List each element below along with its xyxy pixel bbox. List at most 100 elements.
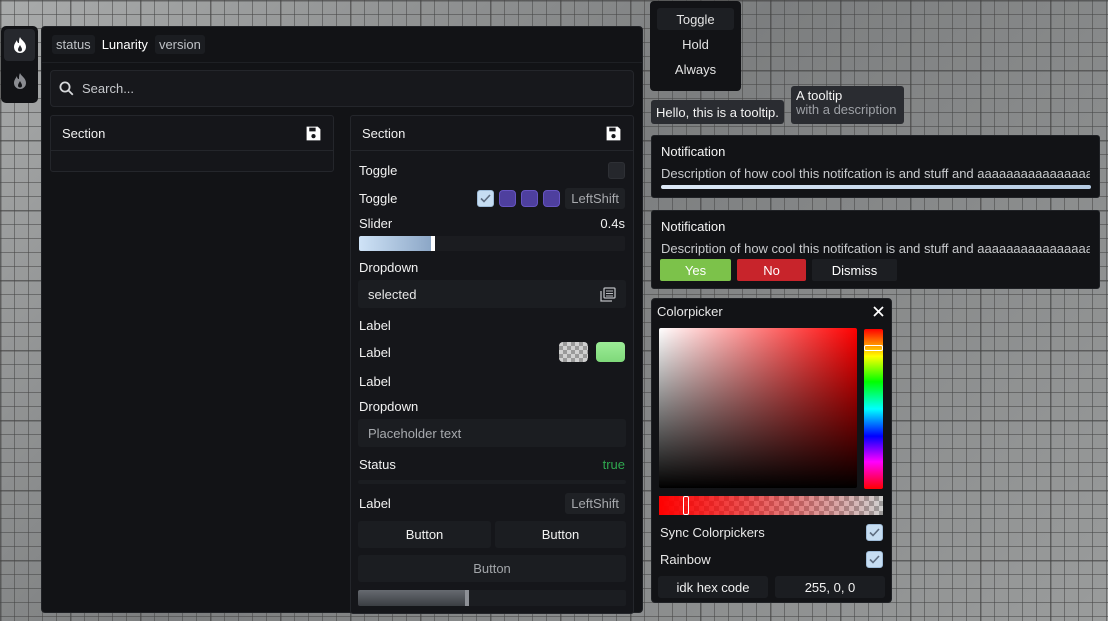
status-row: Status true	[359, 454, 625, 474]
section-header: Section	[351, 116, 633, 151]
notification-progress	[661, 185, 1091, 189]
dropdown-select[interactable]: selected	[358, 280, 626, 308]
keybind-button[interactable]: LeftShift	[565, 187, 625, 209]
tooltip-described: A tooltip with a description	[791, 86, 904, 124]
saturation-value-picker[interactable]	[659, 328, 857, 488]
keybind-row: Label LeftShift	[359, 491, 625, 515]
tab-lunarity[interactable]: Lunarity	[98, 35, 152, 54]
static-label: Label	[359, 495, 391, 511]
mode-hold[interactable]: Hold	[657, 33, 734, 55]
left-section: Section	[50, 115, 334, 172]
sync-checkbox[interactable]	[866, 523, 883, 541]
rgb-value-field[interactable]: 255, 0, 0	[775, 576, 885, 598]
label-row-1: Label	[359, 315, 625, 335]
toggle-row-2: Toggle LeftShift	[359, 186, 625, 210]
slider-fill	[359, 236, 434, 251]
status-label: Status	[359, 456, 396, 472]
dock-button-secondary[interactable]	[4, 65, 35, 97]
dropdown-label: Dropdown	[359, 259, 419, 275]
hex-code-field[interactable]: idk hex code	[658, 576, 768, 598]
toggle-label: Toggle	[359, 190, 398, 206]
rainbow-label: Rainbow	[660, 551, 711, 567]
static-label: Label	[359, 373, 391, 389]
transparent-color-swatch[interactable]	[559, 342, 588, 362]
color-swatches	[559, 342, 625, 362]
section-title: Section	[62, 125, 106, 141]
mode-always[interactable]: Always	[657, 58, 734, 80]
right-section: Section Toggle Toggle LeftShift Slider 0…	[350, 115, 634, 614]
dropdown-icon	[600, 286, 616, 302]
close-icon[interactable]	[873, 306, 884, 317]
mode-menu: Toggle Hold Always	[650, 1, 741, 91]
hue-handle[interactable]	[864, 345, 883, 351]
mode-toggle[interactable]: Toggle	[657, 8, 734, 30]
color-option-1[interactable]	[499, 189, 517, 207]
alpha-gradient	[659, 496, 883, 515]
notification-description: Description of how cool this notifcation…	[661, 166, 1090, 181]
color-option-3[interactable]	[543, 189, 561, 207]
slider-track[interactable]	[359, 236, 625, 251]
main-window: status Lunarity version Search... Sectio…	[41, 26, 643, 614]
notification-title: Notification	[661, 219, 726, 234]
search-input[interactable]: Search...	[82, 81, 134, 96]
toggle-label: Toggle	[359, 162, 398, 178]
toggle-checkbox[interactable]	[608, 161, 625, 179]
progress-bar	[358, 590, 626, 606]
button-3[interactable]: Button	[358, 555, 626, 582]
tooltip-simple: Hello, this is a tooltip.	[651, 100, 784, 124]
tooltip-title: A tooltip	[796, 88, 843, 103]
toggle-checkbox[interactable]	[477, 189, 495, 207]
status-divider	[358, 480, 626, 484]
dropdown-label-row: Dropdown	[359, 257, 625, 277]
search-icon	[59, 81, 74, 96]
button-1[interactable]: Button	[358, 521, 491, 548]
save-icon[interactable]	[305, 125, 322, 142]
section-title: Section	[362, 125, 406, 141]
rainbow-checkbox[interactable]	[866, 550, 883, 568]
tab-status[interactable]: status	[52, 35, 95, 54]
progress-handle	[465, 590, 470, 606]
static-label: Label	[359, 317, 391, 333]
static-label: Label	[359, 344, 391, 360]
slider-handle[interactable]	[431, 236, 436, 251]
alpha-handle[interactable]	[683, 496, 689, 515]
dropdown-placeholder-text: Placeholder text	[368, 425, 462, 441]
check-icon	[869, 554, 880, 564]
green-color-swatch[interactable]	[596, 342, 625, 362]
dock-button-main[interactable]	[4, 29, 35, 61]
save-icon[interactable]	[605, 125, 622, 142]
side-dock	[1, 26, 38, 103]
notification-title: Notification	[661, 144, 726, 159]
dropdown2-label-row: Dropdown	[359, 396, 625, 416]
tooltip-description: with a description	[796, 102, 897, 117]
tab-version[interactable]: version	[154, 35, 205, 54]
colorpicker-title: Colorpicker	[657, 304, 723, 319]
color-option-2[interactable]	[521, 189, 539, 207]
search-bar[interactable]: Search...	[50, 70, 634, 107]
dropdown-value: selected	[368, 286, 417, 302]
keybind-button[interactable]: LeftShift	[565, 492, 625, 514]
yes-button[interactable]: Yes	[660, 259, 731, 281]
check-icon	[480, 193, 491, 203]
label-row-colors: Label	[359, 341, 625, 363]
colorpicker-panel: Colorpicker Sync Colorpickers Rainbow id…	[651, 298, 892, 603]
flame-icon	[13, 37, 26, 53]
sync-label: Sync Colorpickers	[660, 524, 765, 540]
label-row-3: Label	[359, 371, 625, 391]
check-icon	[869, 527, 880, 537]
no-button[interactable]: No	[737, 259, 806, 281]
notification-1: Notification Description of how cool thi…	[651, 135, 1100, 198]
hue-slider[interactable]	[864, 329, 883, 489]
dismiss-button[interactable]: Dismiss	[812, 259, 897, 281]
slider-row: Slider 0.4s	[359, 213, 625, 233]
slider-value: 0.4s	[600, 215, 625, 231]
flame-icon	[13, 73, 26, 89]
button-2[interactable]: Button	[495, 521, 626, 548]
slider-label: Slider	[359, 215, 393, 231]
notification-description: Description of how cool this notifcation…	[661, 241, 1090, 256]
dropdown-placeholder[interactable]: Placeholder text	[358, 419, 626, 447]
rainbow-row: Rainbow	[660, 549, 883, 569]
alpha-slider[interactable]	[659, 496, 883, 515]
status-value: true	[602, 456, 625, 472]
toggle-row-1: Toggle	[359, 160, 625, 180]
